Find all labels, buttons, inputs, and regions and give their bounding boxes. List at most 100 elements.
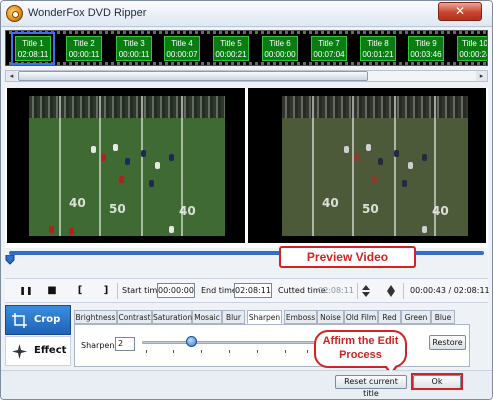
title-item-name: Title 9 [415,39,437,48]
slider-tick [307,350,308,353]
title-item[interactable]: Title 3 00:00:11 [116,36,152,61]
slider-tick [146,350,147,353]
end-time-input[interactable]: 02:08:11 [234,283,272,298]
mark-in-button[interactable]: [ [73,284,87,298]
title-item[interactable]: Title 6 00:00:00 [262,36,298,61]
start-time-input[interactable]: 00:00:00 [157,283,195,298]
window-title: WonderFox DVD Ripper [28,7,147,19]
tab-contrast[interactable]: Contrast [117,310,152,324]
title-strip: Title 1 02:08:11 Title 2 00:00:11 Title … [5,30,488,66]
app-logo-icon [6,5,23,22]
title-item[interactable]: Title 9 00:03:46 [408,36,444,61]
preview-area: 40 50 40 40 50 40 [5,88,488,248]
player-figure [49,226,54,233]
title-item-name: Title 1 [22,39,44,48]
restore-button[interactable]: Restore [429,335,466,350]
title-bar[interactable]: WonderFox DVD Ripper ✕ [1,1,492,27]
crop-tab[interactable]: Crop [5,305,71,335]
title-item-duration: 00:00:21 [215,50,247,59]
title-item-duration: 00:00:00 [264,50,296,59]
divider [357,283,358,299]
slider-tick [173,350,174,353]
effect-tab-label: Effect [34,345,67,356]
seek-marker-icon[interactable] [5,255,15,265]
preview-video-callout: Preview Video [279,246,416,268]
player-figure [366,144,371,151]
title-item[interactable]: Title 10 00:00:24 [457,36,488,61]
player-figure [422,154,427,161]
tab-red[interactable]: Red [378,310,401,324]
title-item[interactable]: Title 2 00:00:11 [66,36,102,61]
title-item-duration: 00:03:46 [410,50,442,59]
title-item-duration: 00:00:24 [459,50,488,59]
tab-green[interactable]: Green [401,310,431,324]
player-figure [149,180,154,187]
tab-blur[interactable]: Blur [222,310,245,324]
player-figure [141,150,146,157]
tab-mosaic[interactable]: Mosaic [192,310,222,324]
title-item-duration: 00:07:04 [313,50,345,59]
title-item[interactable]: Title 1 02:08:11 [11,32,55,65]
title-item[interactable]: Title 8 00:01:21 [360,36,396,61]
title-item-name: Title 5 [220,39,242,48]
title-item-name: Title 10 [462,39,488,48]
pause-button[interactable]: ❚❚ [19,284,33,298]
tab-brightness[interactable]: Brightness [74,310,117,324]
film-perforation-top [6,31,487,34]
frame-step-icon[interactable] [385,285,397,297]
close-button[interactable]: ✕ [438,2,482,21]
divider [117,283,118,299]
player-figure [344,146,349,153]
title-item[interactable]: Title 7 00:07:04 [311,36,347,61]
player-figure [125,158,130,165]
slider-tick [257,350,258,353]
crowd-image [282,96,468,118]
yard-line [141,96,143,236]
effect-sparkle-icon [12,344,27,359]
yard-line [394,96,396,236]
video-frame-image: 40 50 40 [29,96,225,236]
tab-emboss[interactable]: Emboss [284,310,317,324]
title-item-name: Title 4 [171,39,193,48]
scrollbar-thumb[interactable] [18,71,368,81]
title-item-name: Title 3 [123,39,145,48]
yard-number: 50 [362,202,379,216]
cutted-time-value: 02:08:11 [318,286,354,295]
slider-tick [229,350,230,353]
volume-up-down-icon[interactable] [361,285,371,297]
tab-noise[interactable]: Noise [317,310,344,324]
title-strip-scrollbar[interactable]: ◂ ▸ [5,70,488,82]
player-figure [169,226,174,233]
title-item-duration: 00:00:07 [166,50,198,59]
mark-out-button[interactable]: ] [99,284,113,298]
player-figure [155,162,160,169]
sharpen-value-input[interactable]: 2 [115,337,135,351]
stop-button[interactable]: ■ [45,284,59,298]
reset-current-title-button[interactable]: Reset current title [335,375,407,398]
yard-number: 40 [69,196,86,210]
title-item[interactable]: Title 5 00:00:21 [213,36,249,61]
title-item[interactable]: Title 4 00:00:07 [164,36,200,61]
playback-position: 00:00:43 / 02:08:11 [410,286,490,295]
tab-blue[interactable]: Blue [431,310,455,324]
title-item-duration: 02:08:11 [17,50,49,59]
scroll-right-arrow-icon[interactable]: ▸ [476,71,487,81]
yard-number: 50 [109,202,126,216]
tab-saturation[interactable]: Saturation [152,310,192,324]
edited-video-preview: 40 50 40 [248,88,486,243]
player-figure [69,228,74,235]
tab-old-film[interactable]: Old Film [344,310,378,324]
player-figure [101,154,106,161]
title-item-duration: 00:01:21 [362,50,394,59]
tab-sharpen[interactable]: Sharpen [247,310,282,324]
scroll-left-arrow-icon[interactable]: ◂ [6,71,17,81]
player-figure [394,150,399,157]
crop-tab-label: Crop [34,314,61,325]
yard-line [312,96,314,236]
sharpen-label: Sharpen : [81,341,120,350]
player-figure [354,154,359,161]
yard-number: 40 [179,204,196,218]
player-figure [422,226,427,233]
effect-tab[interactable]: Effect [5,336,71,366]
playback-controls: ❚❚ ■ [ ] Start time: 00:00:00 End time: … [5,278,490,303]
